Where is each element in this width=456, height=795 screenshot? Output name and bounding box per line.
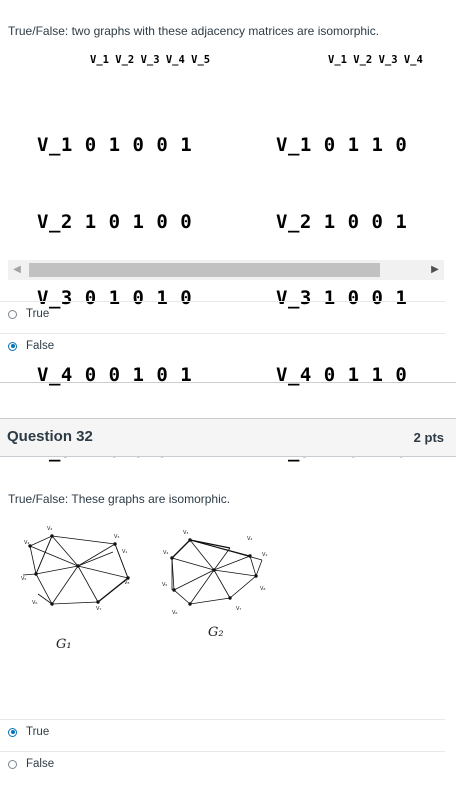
answer-label: False [26,758,55,770]
matrix-1-row: V_4 0 0 1 0 1 [37,363,193,386]
matrix-2-row: V_3 1 0 0 1 [276,287,408,309]
matrix-1-row: V_1 0 1 0 0 1 [37,134,193,156]
vertex-label: V₂ [47,526,52,532]
matrix-1-header: V_1 V_2 V_3 V_4 V_5 [90,54,211,66]
divider [0,751,445,752]
matrix-2-row: V_2 1 0 0 1 [276,210,408,233]
graph-2-vertex-labels: V₃ V₂ V₁ V₄ V₅ V₆ V₇ V₈ [162,530,267,616]
graph-1-label: G₁ [56,637,72,652]
question-32-prompt: True/False: These graphs are isomorphic. [8,492,231,506]
answer-label: False [26,340,55,352]
vertex-label: V₄ [24,540,29,546]
vertex-label: V₁ [122,549,127,555]
matrix-2-row: V_4 0 1 1 0 [276,363,408,386]
graph-2-label: G₂ [208,625,224,640]
divider [0,719,445,720]
question-header: Question 32 2 pts [0,418,456,457]
divider [0,301,445,302]
vertex-label: V₄ [163,550,168,556]
answer-option-false[interactable]: False [8,752,54,776]
vertex-label: V₅ [162,582,167,588]
radio-button-selected[interactable] [8,727,17,737]
matrix-1-row: V_3 0 1 0 1 0 [37,287,193,309]
matrix-2-header: V_1 V_2 V_3 V_4 [328,54,423,66]
answer-option-true[interactable]: True [8,302,49,326]
vertex-label: V₈ [124,580,129,586]
scrollbar-thumb[interactable] [29,263,380,277]
answer-option-false[interactable]: False [8,334,54,358]
vertex-label: V₁ [262,552,267,558]
divider [0,333,445,334]
vertex-label: V₃ [183,530,188,536]
adjacency-matrices-image: V_1 V_2 V_3 V_4 V_5 V_1 0 1 0 0 1 V_2 1 … [0,46,456,462]
vertex-label: V₇ [236,606,241,612]
arrow-left-icon[interactable]: ◀ [8,260,26,280]
question-31-prompt: True/False: two graphs with these adjace… [8,24,380,38]
question-points: 2 pts [413,430,444,445]
graph-1 [22,534,130,606]
question-title: Question 32 [7,428,93,445]
radio-button[interactable] [8,759,17,769]
matrix-1-row: V_2 1 0 1 0 0 [37,210,193,233]
vertex-label: V₃ [114,534,119,540]
radio-button-selected[interactable] [8,341,17,351]
answer-label: True [26,726,50,738]
answer-option-true[interactable]: True [8,720,49,744]
vertex-label: V₇ [96,606,101,612]
vertex-label: V₆ [172,610,177,616]
horizontal-scrollbar[interactable]: ◀ ▶ [8,260,444,280]
arrow-right-icon[interactable]: ▶ [426,260,444,280]
vertex-label: V₆ [32,600,37,606]
vertex-label: V₅ [21,576,26,582]
radio-button[interactable] [8,309,17,319]
answer-label: True [26,308,50,320]
vertex-label: V₂ [247,536,252,542]
graphs-image: V₂ V₃ V₁ V₄ V₅ V₆ V₇ V₈ G₁ V₃ V₂ V₁ V₄ V… [21,526,267,652]
vertex-label: V₈ [260,586,265,592]
matrix-2-row: V_1 0 1 1 0 [276,134,408,156]
question-separator [0,382,456,383]
graph-2 [170,538,263,606]
